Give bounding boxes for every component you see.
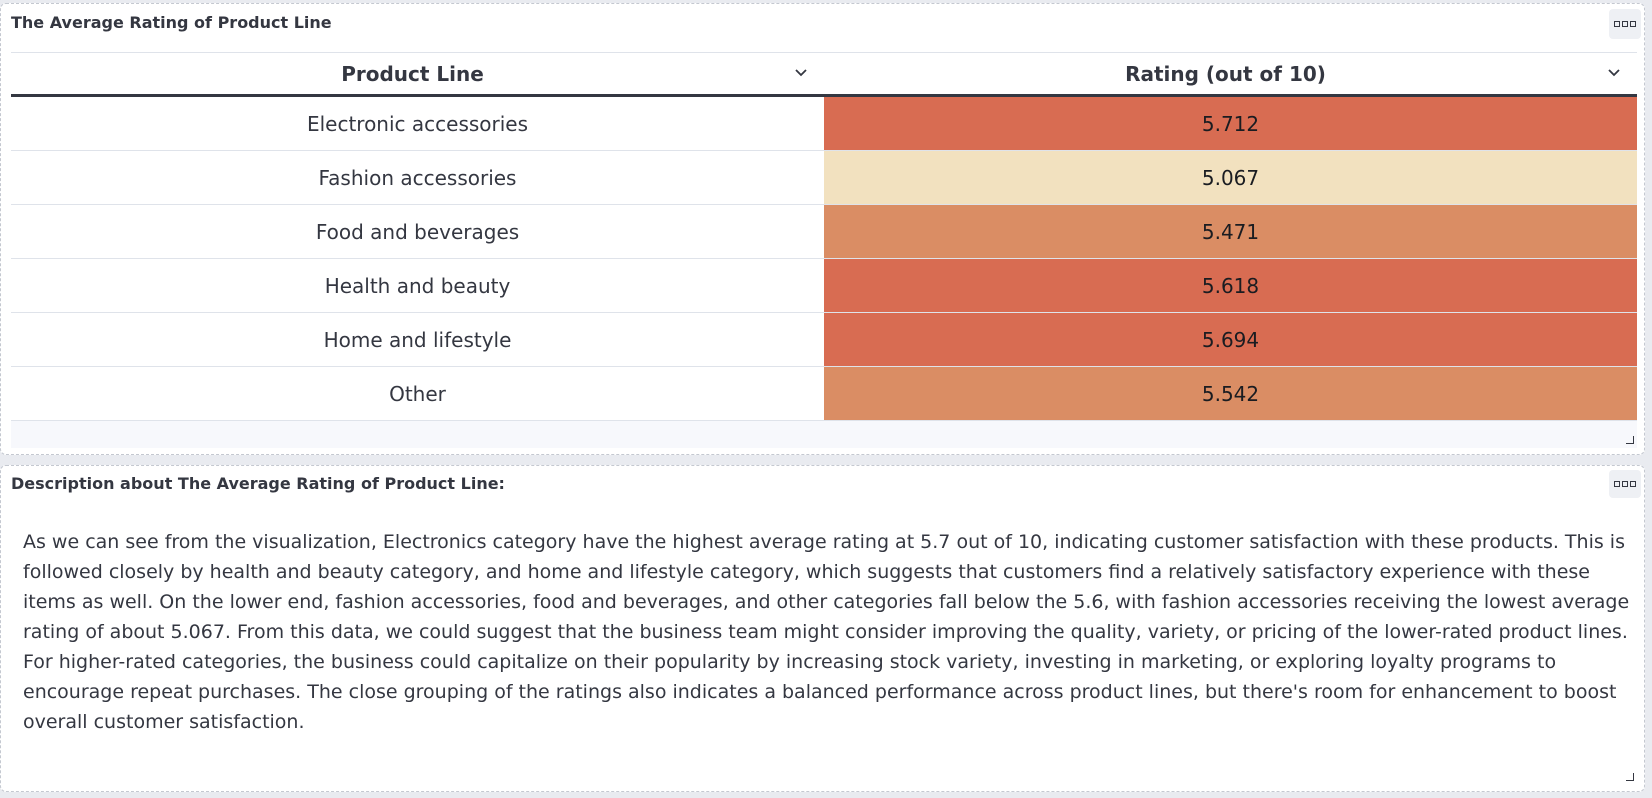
cell-product-line: Health and beauty [324,273,511,298]
options-icon-part [1630,21,1636,27]
cell-product-line: Other [389,381,446,406]
column-header-rating[interactable]: Rating (out of 10) [824,53,1637,94]
cell-rating: 5.471 [824,205,1637,258]
cell-product-line: Home and lifestyle [323,327,512,352]
options-icon-part [1630,481,1636,487]
panel-options-button[interactable] [1609,470,1641,498]
table-header: Product Line Rating (out of 10) [11,52,1637,97]
table-row: Other 5.542 [11,367,1637,421]
resize-corner-icon[interactable] [1626,773,1634,781]
panel-title: The Average Rating of Product Line [11,13,332,32]
table-body: Electronic accessories 5.712 Fashion acces… [11,97,1637,421]
data-table: Product Line Rating (out of 10) Electron… [11,52,1637,448]
options-icon [1614,21,1620,27]
table-row: Food and beverages 5.471 [11,205,1637,259]
chevron-down-icon[interactable] [1607,65,1621,79]
resize-corner-icon[interactable] [1626,436,1634,444]
options-icon-part [1622,21,1628,27]
column-header-label: Product Line [341,61,484,86]
table-row: Fashion accessories 5.067 [11,151,1637,205]
cell-rating: 5.712 [824,97,1637,150]
cell-product-line: Electronic accessories [306,111,529,136]
table-row: Electronic accessories 5.712 [11,97,1637,151]
cell-product-line: Fashion accessories [318,165,517,190]
chevron-down-icon[interactable] [794,65,808,79]
cell-product-line: Food and beverages [315,219,520,244]
column-header-product-line[interactable]: Product Line [11,53,824,94]
panel-title: Description about The Average Rating of … [11,474,505,493]
cell-rating: 5.542 [824,367,1637,420]
options-icon-part [1622,481,1628,487]
column-header-label: Rating (out of 10) [1125,61,1326,86]
table-footer [11,421,1637,448]
cell-rating: 5.067 [824,151,1637,204]
cell-rating: 5.694 [824,313,1637,366]
description-text: As we can see from the visualization, El… [23,531,1630,733]
cell-rating: 5.618 [824,259,1637,312]
table-row: Health and beauty 5.618 [11,259,1637,313]
description-panel: Description about The Average Rating of … [0,465,1645,792]
options-icon [1614,481,1620,487]
table-panel: The Average Rating of Product Line Produ… [0,3,1645,455]
panel-options-button[interactable] [1609,9,1641,39]
table-row: Home and lifestyle 5.694 [11,313,1637,367]
